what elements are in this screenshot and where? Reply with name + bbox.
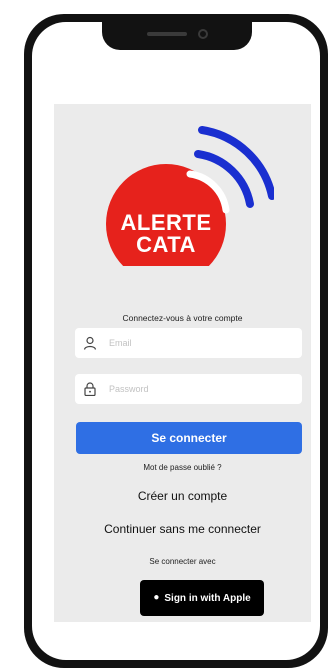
email-field[interactable] (75, 328, 302, 358)
phone-frame: ALERTE CATA Connectez-vous à votre compt… (24, 14, 328, 668)
login-title: Connectez-vous à votre compte (122, 313, 243, 323)
logo-text: ALERTE CATA (102, 212, 230, 256)
camera-icon (198, 29, 208, 39)
email-input[interactable] (109, 328, 294, 358)
continue-without-login-link[interactable]: Continuer sans me connecter (54, 522, 311, 536)
lock-icon (84, 382, 96, 396)
login-screen: ALERTE CATA Connectez-vous à votre compt… (54, 104, 311, 622)
user-icon (83, 336, 97, 350)
logo-text-line2: CATA (136, 232, 196, 257)
create-account-link[interactable]: Créer un compte (54, 489, 311, 503)
password-field[interactable] (75, 374, 302, 404)
sign-in-with-apple-button[interactable]: ● Sign in with Apple (140, 580, 264, 616)
forgot-password-link[interactable]: Mot de passe oublié ? (54, 463, 311, 472)
connect-with-label: Se connecter avec (149, 557, 216, 566)
apple-icon: ● (153, 592, 160, 603)
phone-screen-bezel: ALERTE CATA Connectez-vous à votre compt… (32, 22, 320, 660)
apple-button-label: Sign in with Apple (164, 592, 251, 604)
phone-notch (102, 22, 252, 50)
password-input[interactable] (109, 374, 294, 404)
logo-text-line1: ALERTE (120, 210, 212, 235)
alerte-cata-logo: ALERTE CATA (102, 116, 274, 266)
login-button[interactable]: Se connecter (76, 422, 302, 454)
speaker-grille (147, 32, 187, 36)
